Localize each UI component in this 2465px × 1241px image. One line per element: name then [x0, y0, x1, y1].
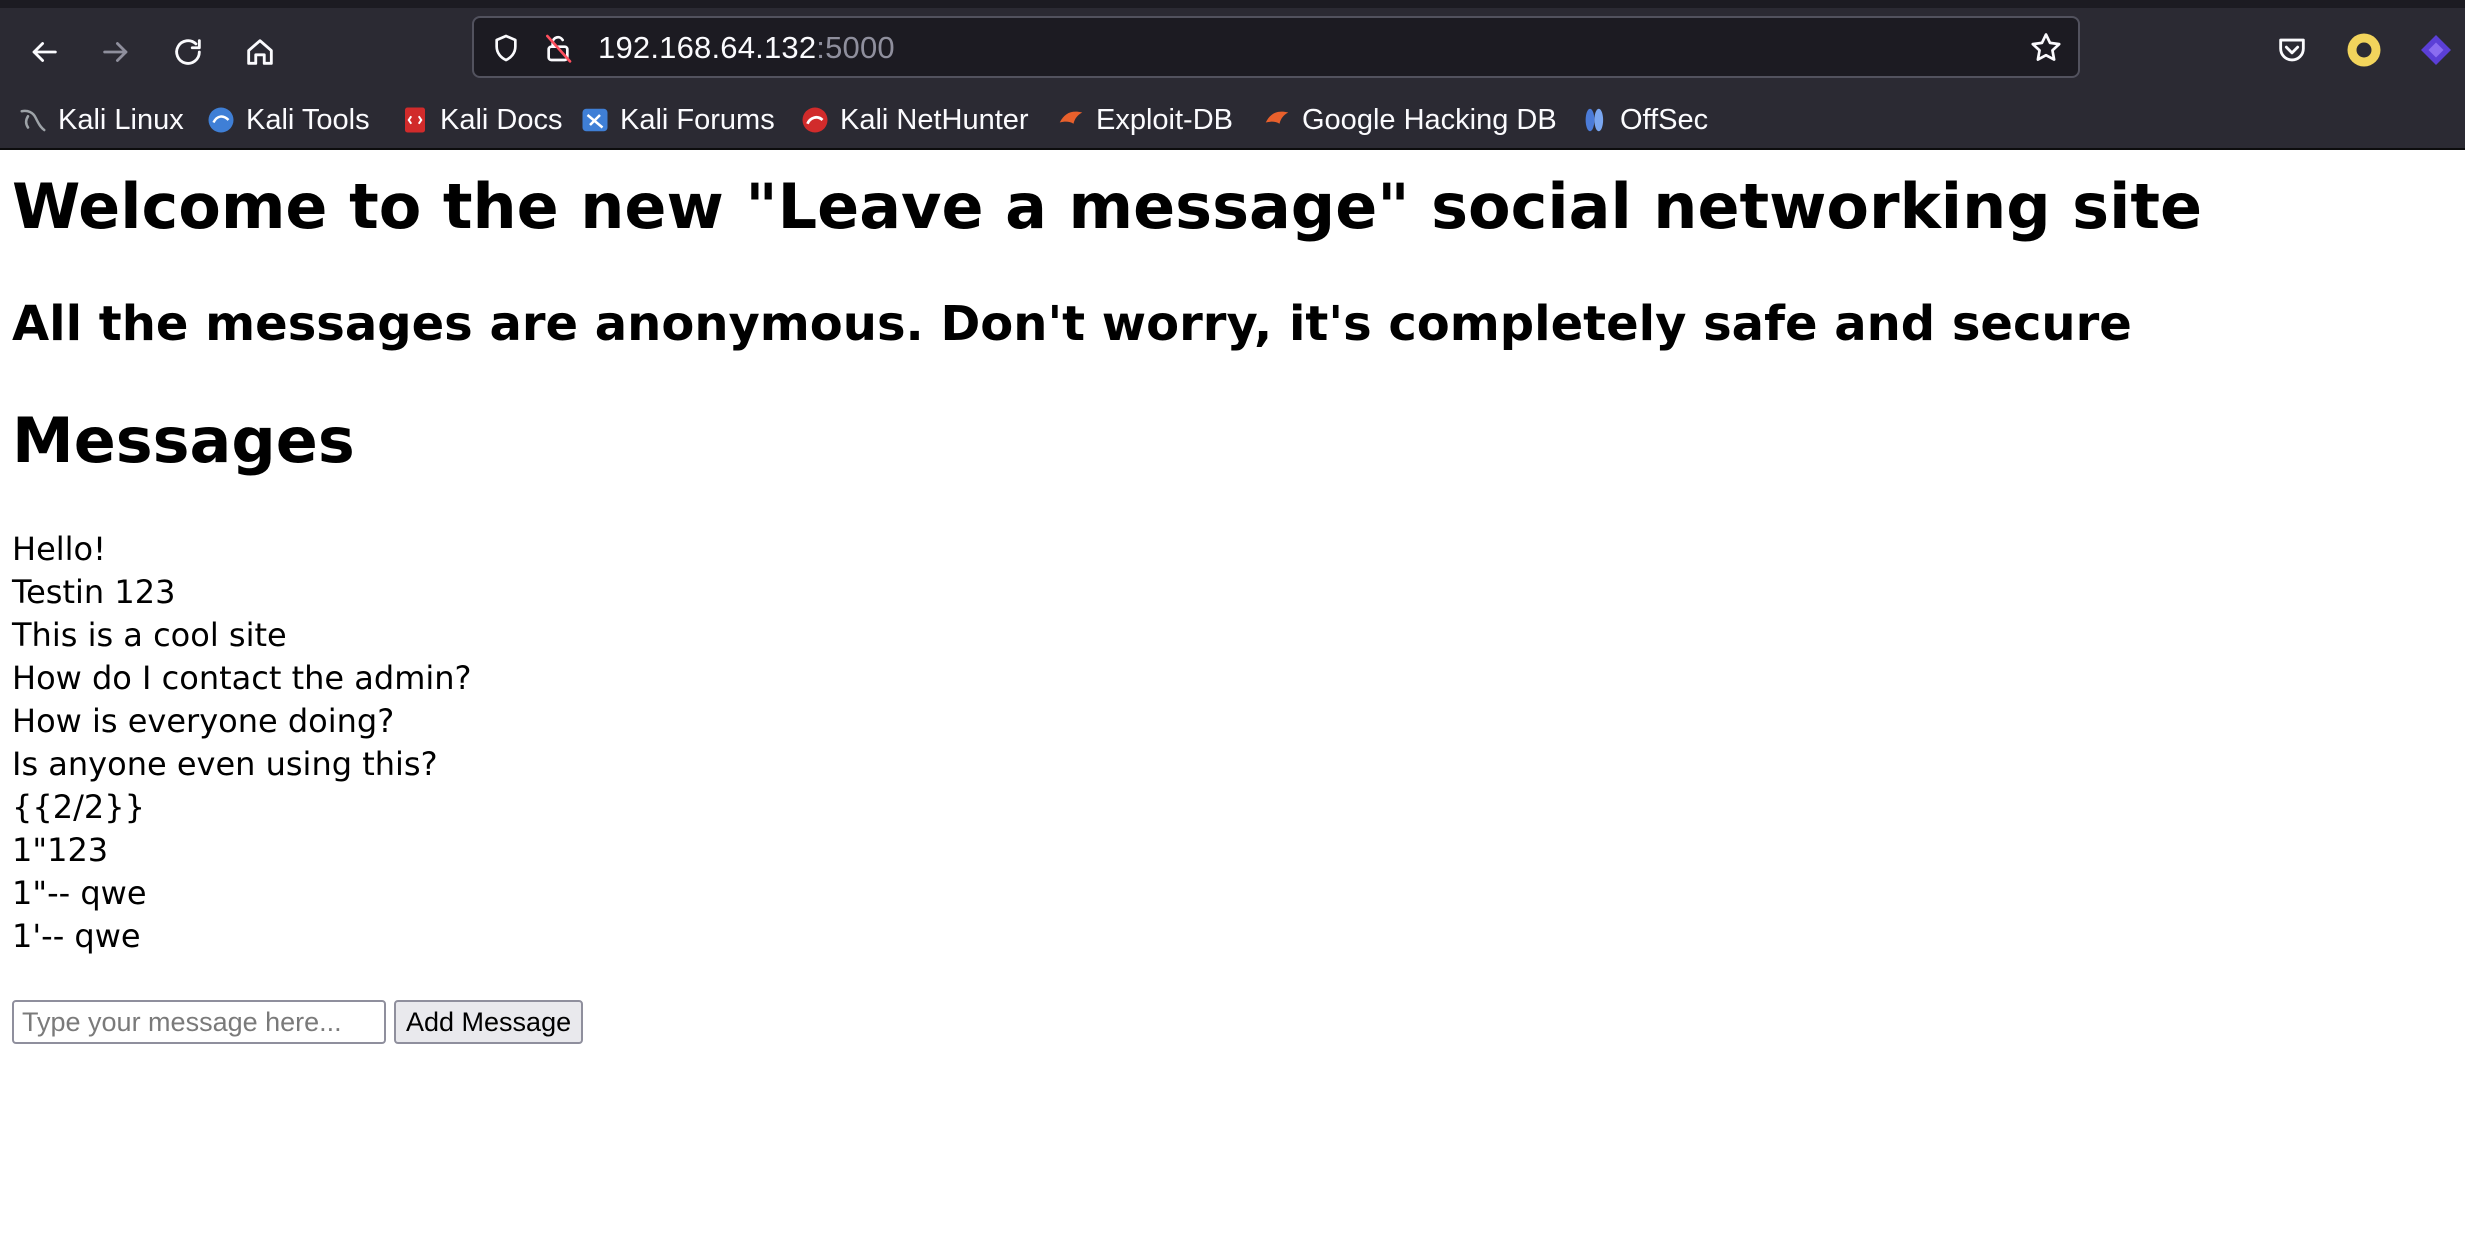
offsec-icon: [1585, 108, 1604, 132]
bookmark-label: Kali Tools: [246, 103, 370, 136]
bookmark-kali-linux[interactable]: Kali Linux: [18, 100, 184, 140]
messages-heading: Messages: [12, 404, 355, 477]
forward-button[interactable]: [88, 24, 144, 80]
pocket-icon: [2279, 38, 2305, 62]
message-item: 1"123: [12, 831, 109, 869]
kali-forums-icon: [582, 108, 608, 132]
home-button[interactable]: [232, 24, 288, 80]
message-list: Hello! Testin 123 This is a cool site Ho…: [12, 528, 472, 958]
reload-button[interactable]: [160, 24, 216, 80]
home-icon: [247, 39, 273, 65]
arrow-right-icon: [103, 42, 128, 62]
exploit-db-icon: [1059, 111, 1083, 124]
navigation-toolbar: 192.168.64.132:5000: [0, 8, 2465, 92]
message-input[interactable]: [12, 1000, 386, 1044]
arrow-left-icon: [32, 42, 57, 62]
kali-dragon-icon: [20, 109, 46, 132]
browser-chrome: 192.168.64.132:5000 Kali Linux Kali Tool…: [0, 0, 2465, 150]
bookmark-label: Kali Forums: [620, 103, 775, 136]
message-form: Add Message: [12, 1000, 584, 1044]
message-item: How do I contact the admin?: [12, 659, 472, 697]
page-content: Welcome to the new "Leave a message" soc…: [0, 150, 2465, 1241]
extension-icon: [2421, 35, 2451, 65]
kali-tools-icon: [208, 107, 234, 133]
add-message-button[interactable]: Add Message: [394, 1000, 584, 1044]
page-subtitle: All the messages are anonymous. Don't wo…: [12, 296, 2132, 352]
profile-icon: [2347, 33, 2381, 67]
kali-docs-icon: [405, 107, 425, 133]
star-icon[interactable]: [2028, 30, 2064, 66]
url-port: :5000: [816, 30, 895, 65]
message-item: {{2/2}}: [12, 788, 145, 826]
bookmark-google-hacking-db[interactable]: Google Hacking DB: [1262, 100, 1557, 140]
bookmark-label: Exploit-DB: [1096, 103, 1233, 136]
url-bar[interactable]: 192.168.64.132:5000: [472, 16, 2080, 78]
back-button[interactable]: [16, 24, 72, 80]
bookmark-kali-nethunter[interactable]: Kali NetHunter: [800, 100, 1029, 140]
message-item: Is anyone even using this?: [12, 745, 438, 783]
insecure-lock-icon[interactable]: [542, 32, 574, 64]
bookmark-exploit-db[interactable]: Exploit-DB: [1056, 100, 1233, 140]
message-item: Hello!: [12, 530, 106, 568]
shield-icon[interactable]: [490, 32, 522, 64]
message-item: 1"-- qwe: [12, 874, 147, 912]
message-item: 1'-- qwe: [12, 917, 141, 955]
url-text[interactable]: 192.168.64.132:5000: [598, 30, 895, 66]
bookmark-label: Kali NetHunter: [840, 103, 1029, 136]
message-item: This is a cool site: [12, 616, 287, 654]
bookmark-offsec[interactable]: OffSec: [1580, 100, 1708, 140]
extension-button[interactable]: [2416, 30, 2456, 70]
ghdb-icon: [1265, 111, 1289, 124]
tab-strip: [0, 0, 2465, 8]
bookmarks-toolbar: Kali Linux Kali Tools Kali Docs Kali For…: [0, 92, 2465, 150]
pocket-button[interactable]: [2272, 30, 2312, 70]
bookmark-label: Google Hacking DB: [1302, 103, 1557, 136]
profile-button[interactable]: [2344, 30, 2384, 70]
bookmark-label: OffSec: [1620, 103, 1709, 136]
page-title: Welcome to the new "Leave a message" soc…: [12, 170, 2203, 243]
nethunter-icon: [802, 107, 828, 133]
bookmark-kali-docs[interactable]: Kali Docs: [400, 100, 563, 140]
message-item: How is everyone doing?: [12, 702, 395, 740]
bookmark-kali-tools[interactable]: Kali Tools: [206, 100, 370, 140]
bookmark-label: Kali Linux: [58, 103, 184, 136]
url-host: 192.168.64.132: [598, 30, 817, 65]
bookmark-kali-forums[interactable]: Kali Forums: [580, 100, 775, 140]
reload-icon: [175, 39, 201, 65]
bookmark-label: Kali Docs: [440, 103, 563, 136]
message-item: Testin 123: [12, 573, 176, 611]
